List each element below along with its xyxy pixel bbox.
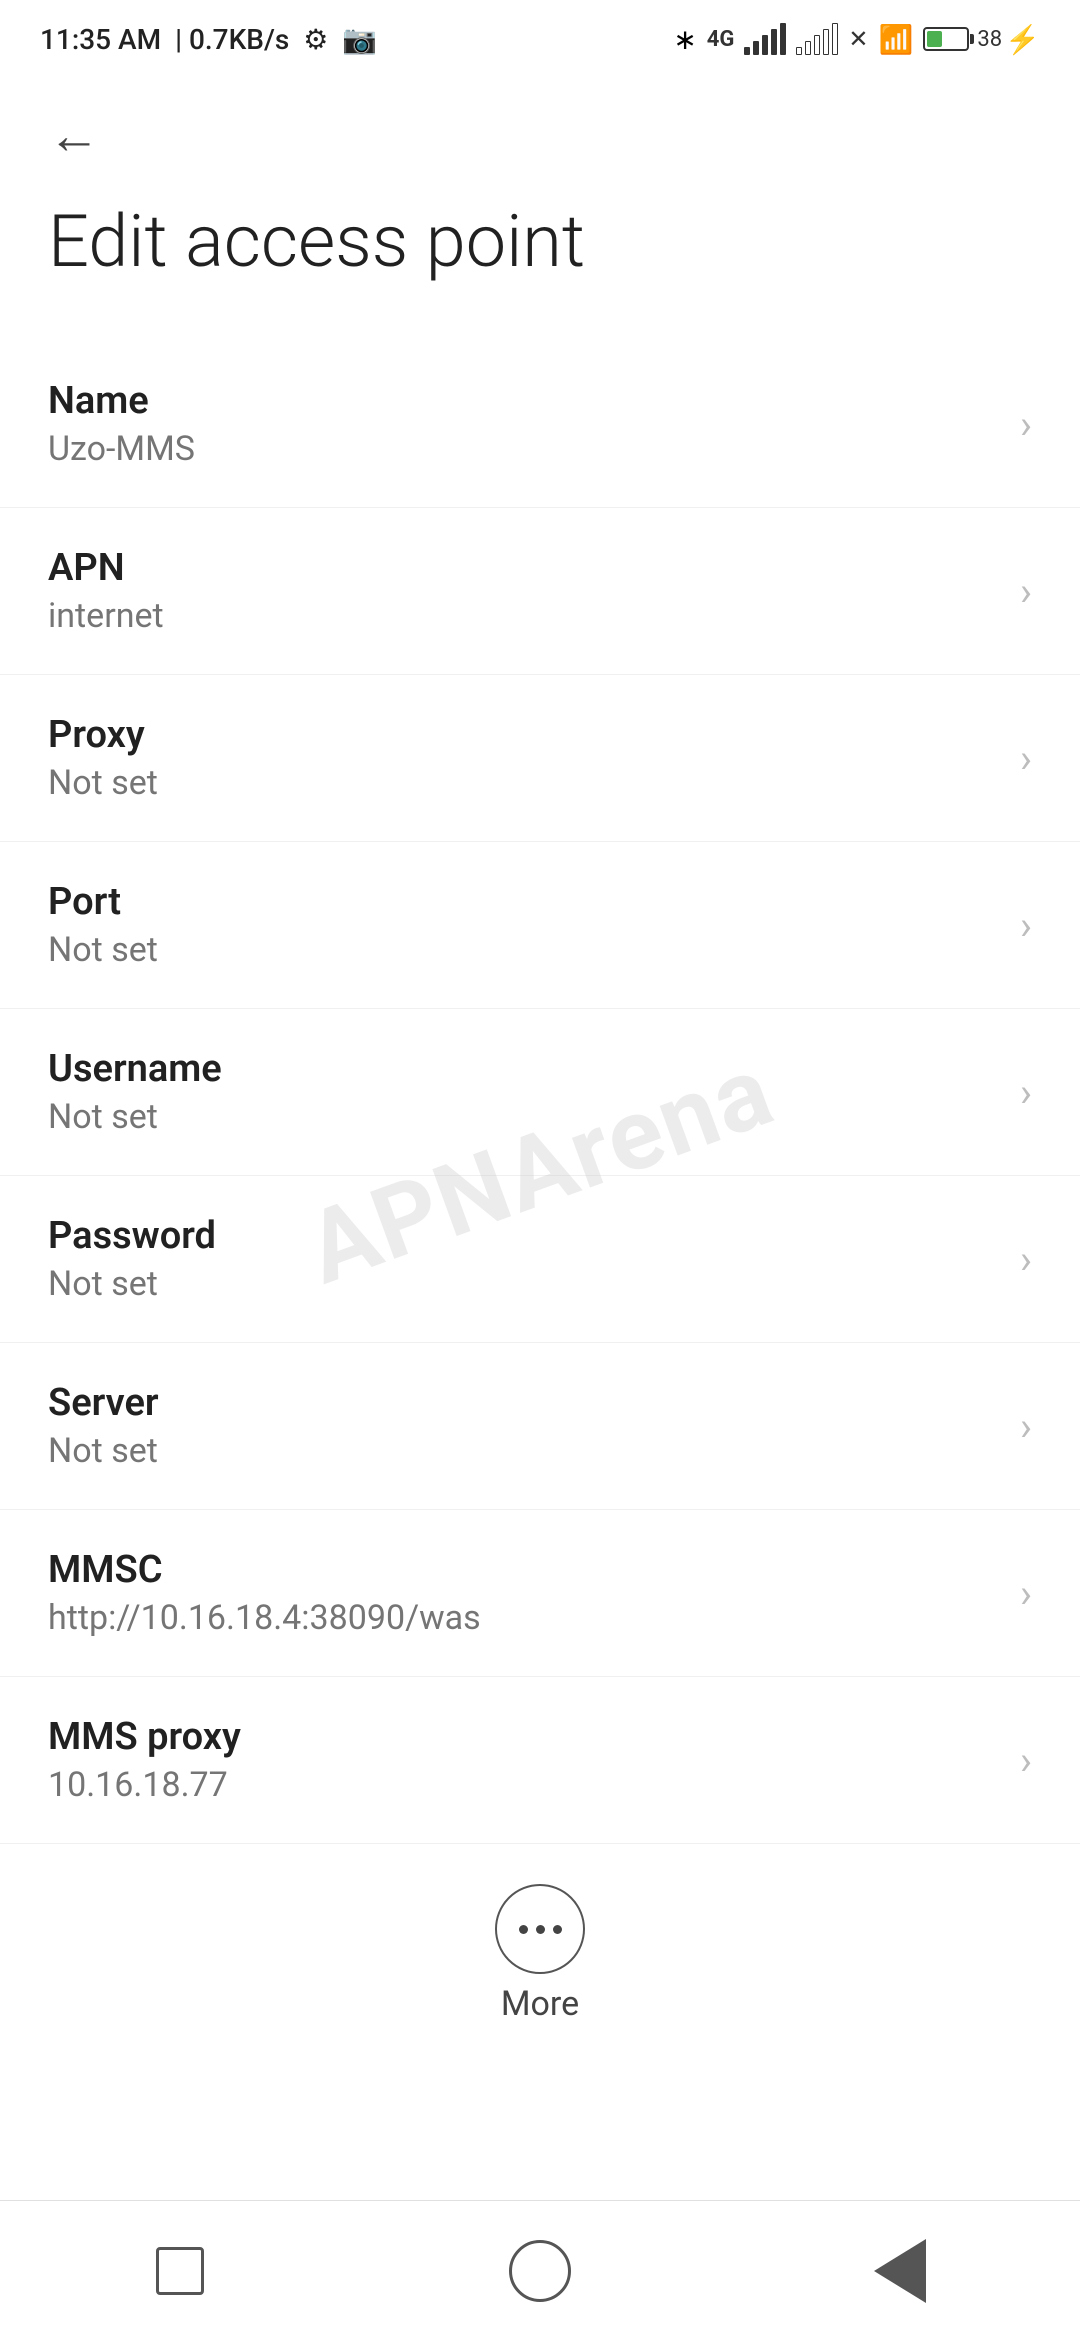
- chevron-right-icon-mms-proxy: ›: [1020, 1737, 1032, 1784]
- signal-bars-1: [744, 23, 786, 55]
- time-display: 11:35 AM: [40, 23, 161, 56]
- battery-indicator: 38 ⚡: [923, 23, 1040, 56]
- nav-bar: [0, 2200, 1080, 2340]
- settings-item-port-value: Not set: [48, 930, 1000, 970]
- settings-item-name-label: Name: [48, 379, 1000, 423]
- settings-item-server-content: Server Not set: [48, 1381, 1000, 1471]
- page-title: Edit access point: [48, 202, 1032, 281]
- more-dot-1: [519, 1925, 528, 1934]
- settings-item-name[interactable]: Name Uzo-MMS ›: [0, 341, 1080, 508]
- settings-item-mmsc-content: MMSC http://10.16.18.4:38090/was: [48, 1548, 1000, 1638]
- chevron-right-icon-mmsc: ›: [1020, 1570, 1032, 1617]
- settings-icon: ⚙: [303, 23, 328, 56]
- settings-item-proxy-value: Not set: [48, 763, 1000, 803]
- more-dot-2: [536, 1925, 545, 1934]
- settings-item-username-label: Username: [48, 1047, 1000, 1091]
- status-left: 11:35 AM | 0.7KB/s ⚙ 📷: [40, 23, 377, 56]
- settings-item-apn-label: APN: [48, 546, 1000, 590]
- settings-item-apn-content: APN internet: [48, 546, 1000, 636]
- more-button[interactable]: [495, 1884, 585, 1974]
- settings-item-password-label: Password: [48, 1214, 1000, 1258]
- settings-item-apn[interactable]: APN internet ›: [0, 508, 1080, 675]
- settings-item-mms-proxy-value: 10.16.18.77: [48, 1765, 1000, 1805]
- chevron-right-icon-apn: ›: [1020, 568, 1032, 615]
- settings-item-username-value: Not set: [48, 1097, 1000, 1137]
- settings-item-name-content: Name Uzo-MMS: [48, 379, 1000, 469]
- wifi-icon: 📶: [879, 23, 914, 56]
- settings-item-server-label: Server: [48, 1381, 1000, 1425]
- settings-item-username-content: Username Not set: [48, 1047, 1000, 1137]
- settings-item-mmsc[interactable]: MMSC http://10.16.18.4:38090/was ›: [0, 1510, 1080, 1677]
- settings-item-proxy[interactable]: Proxy Not set ›: [0, 675, 1080, 842]
- chevron-right-icon-port: ›: [1020, 902, 1032, 949]
- settings-item-port[interactable]: Port Not set ›: [0, 842, 1080, 1009]
- nav-recents-button[interactable]: [80, 2231, 280, 2311]
- back-arrow-icon: ←: [48, 110, 100, 162]
- nav-back-button[interactable]: [800, 2231, 1000, 2311]
- settings-item-mmsc-value: http://10.16.18.4:38090/was: [48, 1598, 1000, 1638]
- settings-item-proxy-content: Proxy Not set: [48, 713, 1000, 803]
- more-label: More: [501, 1984, 579, 2024]
- settings-item-mmsc-label: MMSC: [48, 1548, 1000, 1592]
- settings-item-password[interactable]: Password Not set ›: [0, 1176, 1080, 1343]
- status-right: ∗ 4G ✕ 📶 38 ⚡: [673, 23, 1040, 56]
- signal-4g-icon: 4G: [707, 27, 735, 52]
- video-icon: 📷: [342, 23, 377, 56]
- settings-item-mms-proxy-content: MMS proxy 10.16.18.77: [48, 1715, 1000, 1805]
- signal-bars-2: [796, 23, 838, 55]
- settings-item-port-label: Port: [48, 880, 1000, 924]
- settings-item-password-content: Password Not set: [48, 1214, 1000, 1304]
- settings-item-name-value: Uzo-MMS: [48, 429, 1000, 469]
- settings-item-password-value: Not set: [48, 1264, 1000, 1304]
- settings-item-server[interactable]: Server Not set ›: [0, 1343, 1080, 1510]
- settings-item-proxy-label: Proxy: [48, 713, 1000, 757]
- chevron-right-icon-proxy: ›: [1020, 735, 1032, 782]
- settings-list: Name Uzo-MMS › APN internet › Proxy Not …: [0, 341, 1080, 1844]
- nav-back-icon: [874, 2239, 926, 2303]
- settings-item-port-content: Port Not set: [48, 880, 1000, 970]
- chevron-right-icon-name: ›: [1020, 401, 1032, 448]
- bluetooth-icon: ∗: [673, 23, 696, 56]
- settings-item-apn-value: internet: [48, 596, 1000, 636]
- chevron-right-icon-server: ›: [1020, 1403, 1032, 1450]
- nav-recents-icon: [156, 2247, 204, 2295]
- settings-item-mms-proxy[interactable]: MMS proxy 10.16.18.77 ›: [0, 1677, 1080, 1844]
- header: ← Edit access point: [0, 70, 1080, 301]
- settings-item-server-value: Not set: [48, 1431, 1000, 1471]
- chevron-right-icon-username: ›: [1020, 1069, 1032, 1116]
- settings-item-mms-proxy-label: MMS proxy: [48, 1715, 1000, 1759]
- more-button-container: More: [0, 1844, 1080, 2054]
- chevron-right-icon-password: ›: [1020, 1236, 1032, 1283]
- speed-display: | 0.7KB/s: [175, 23, 289, 56]
- more-dot-3: [553, 1925, 562, 1934]
- status-bar: 11:35 AM | 0.7KB/s ⚙ 📷 ∗ 4G ✕ 📶 38: [0, 0, 1080, 70]
- no-signal-icon: ✕: [848, 25, 868, 53]
- nav-home-icon: [509, 2240, 571, 2302]
- settings-item-username[interactable]: Username Not set ›: [0, 1009, 1080, 1176]
- nav-home-button[interactable]: [440, 2231, 640, 2311]
- back-button[interactable]: ←: [48, 100, 100, 172]
